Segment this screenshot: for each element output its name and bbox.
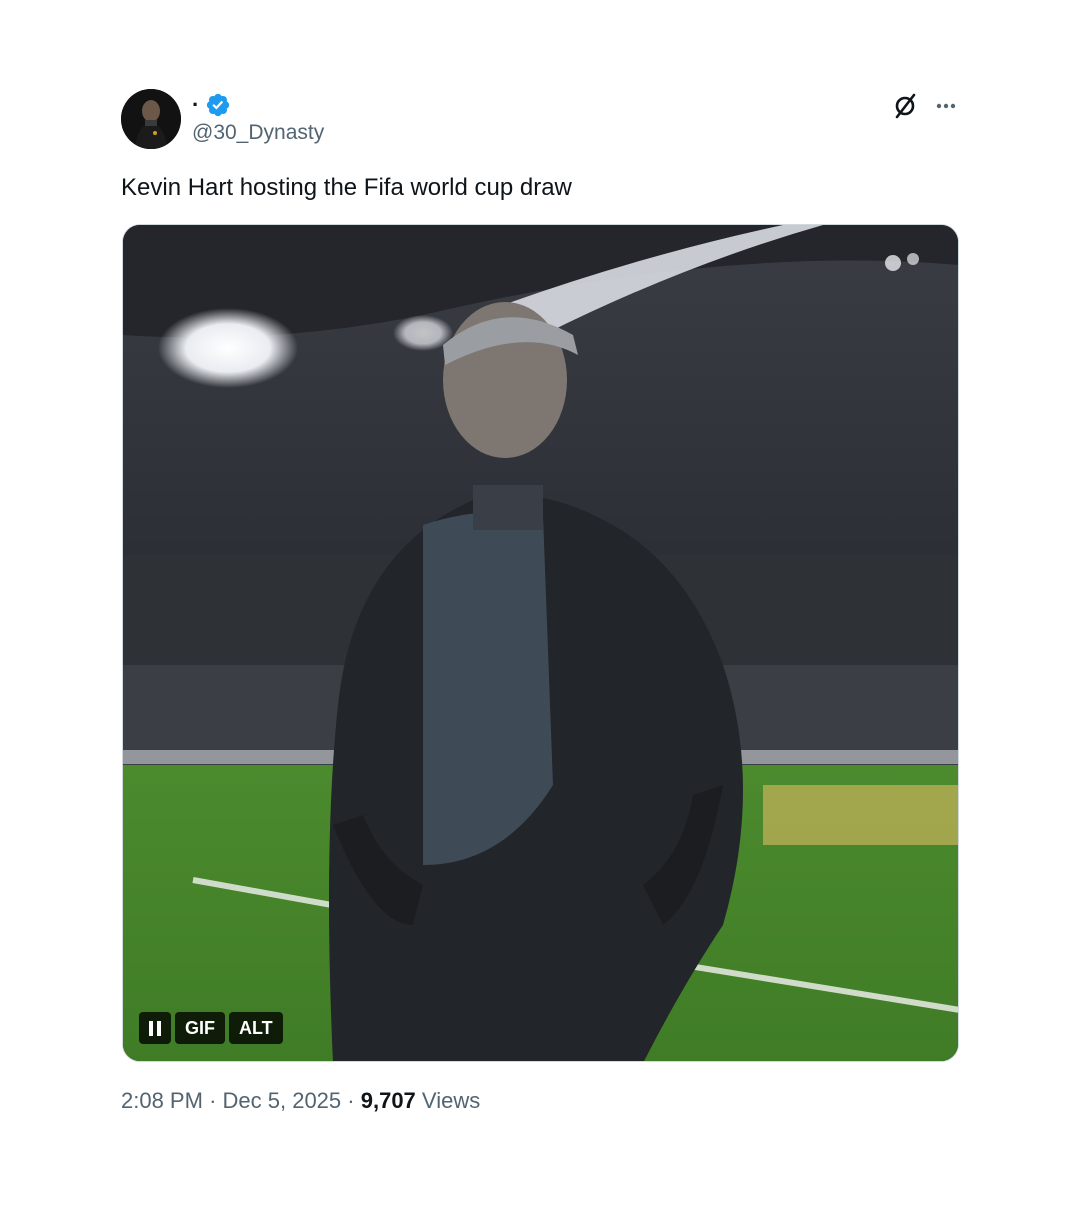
display-name[interactable]: ·: [192, 94, 199, 116]
tweet-date[interactable]: Dec 5, 2025: [223, 1088, 342, 1113]
tweet: · @30_Dynasty Kevin Hart hosting the Fif…: [0, 0, 1080, 1213]
tweet-media-gif[interactable]: [122, 224, 959, 1062]
tweet-time[interactable]: 2:08 PM: [121, 1088, 203, 1113]
media-controls: GIF ALT: [139, 1012, 283, 1044]
views-label: Views: [421, 1088, 481, 1113]
tweet-text: Kevin Hart hosting the Fifa world cup dr…: [121, 174, 572, 201]
gif-frame: [123, 225, 958, 1061]
alt-text-button[interactable]: ALT: [229, 1012, 283, 1044]
verified-badge-icon: [207, 93, 230, 117]
author-handle[interactable]: @30_Dynasty: [192, 120, 324, 146]
avatar[interactable]: [121, 89, 181, 149]
tweet-meta: 2:08 PM · Dec 5, 2025 · 9,707 Views: [121, 1087, 480, 1115]
gif-badge: GIF: [175, 1012, 225, 1044]
author-name-row[interactable]: ·: [192, 92, 231, 118]
pause-button[interactable]: [139, 1012, 171, 1044]
meta-separator: ·: [209, 1088, 217, 1113]
views-count: 9,707: [360, 1088, 416, 1113]
more-icon[interactable]: [930, 90, 962, 122]
meta-separator: ·: [347, 1088, 355, 1113]
pause-icon: [149, 1020, 161, 1036]
grok-icon[interactable]: [889, 90, 921, 122]
